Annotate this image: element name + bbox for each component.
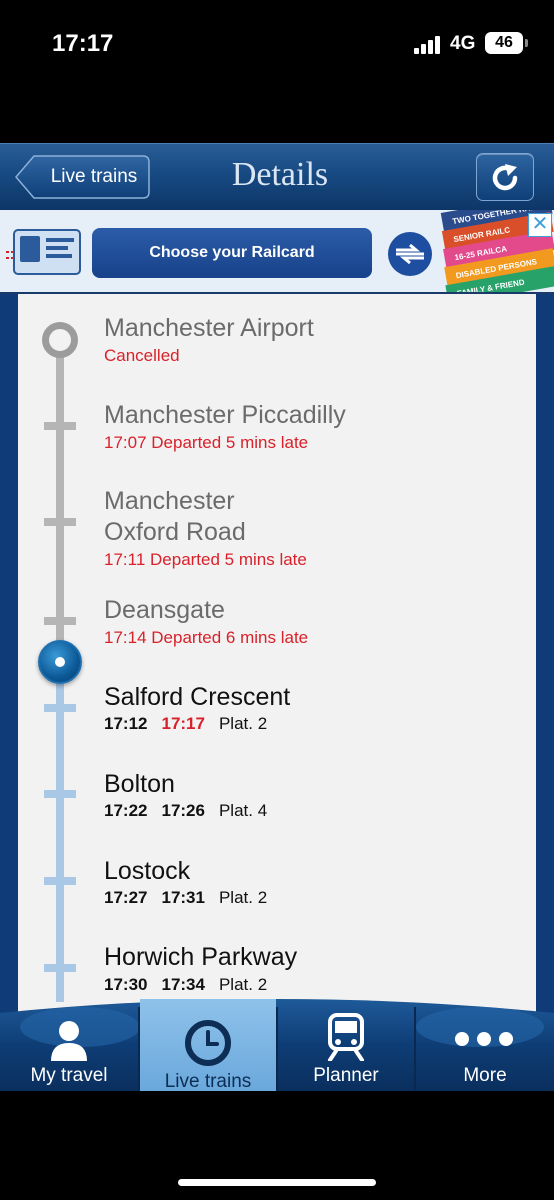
stop-name[interactable]: Manchester Piccadilly xyxy=(104,400,346,431)
person-icon xyxy=(51,1021,87,1061)
current-position-marker xyxy=(38,640,82,684)
train-icon xyxy=(328,1013,364,1061)
origin-stop-marker xyxy=(42,322,78,358)
stop-name[interactable]: Salford Crescent xyxy=(104,682,290,713)
app-header: Live trains Details xyxy=(0,143,554,210)
stop-tick xyxy=(44,790,76,798)
page-title: Details xyxy=(231,156,329,193)
tab-more[interactable]: More xyxy=(416,999,554,1091)
expected-time: 17:17 xyxy=(161,714,205,733)
national-rail-logo-icon xyxy=(388,232,432,276)
back-button[interactable]: Live trains xyxy=(14,154,150,200)
track-line-upcoming xyxy=(56,662,64,1002)
ad-close-icon[interactable]: ✕ xyxy=(528,213,552,237)
tab-label: More xyxy=(463,1065,507,1086)
expected-time: 17:34 xyxy=(161,975,205,994)
battery-tip xyxy=(525,39,528,47)
back-button-label: Live trains xyxy=(50,166,138,187)
stop-status: 17:14 Departed 6 mins late xyxy=(104,628,309,647)
refresh-button[interactable] xyxy=(476,153,534,201)
stop-tick xyxy=(44,617,76,625)
stop-name[interactable]: Manchester Oxford Road xyxy=(104,486,246,548)
ad-banner[interactable]: Choose your Railcard TWO TOGETHER RAIL S… xyxy=(0,210,554,294)
scheduled-time: 17:12 xyxy=(104,714,148,733)
expected-time: 17:31 xyxy=(161,888,205,907)
stop-tick xyxy=(44,877,76,885)
scheduled-time: 17:30 xyxy=(104,975,148,994)
battery-icon: 46 xyxy=(485,32,523,54)
stop-name[interactable]: Bolton xyxy=(104,769,175,800)
expected-time: 17:26 xyxy=(161,801,205,820)
stop-status: Cancelled xyxy=(104,346,180,365)
scheduled-time: 17:22 xyxy=(104,801,148,820)
platform: Plat. 2 xyxy=(218,714,268,733)
signal-strength-icon xyxy=(414,36,442,54)
railcard-illustration-icon xyxy=(6,229,81,275)
more-dots-icon xyxy=(455,1032,513,1046)
stop-times: 17:22 17:26 Plat. 4 xyxy=(104,801,267,821)
choose-railcard-button[interactable]: Choose your Railcard xyxy=(92,228,372,278)
stop-name-line1: Manchester xyxy=(104,487,235,515)
home-indicator[interactable] xyxy=(178,1179,376,1186)
status-bar: 17:17 4G 46 xyxy=(0,0,554,90)
stop-times: 17:27 17:31 Plat. 2 xyxy=(104,888,267,908)
tab-live-trains[interactable]: Live trains xyxy=(140,999,276,1092)
stop-tick xyxy=(44,422,76,430)
status-time: 17:17 xyxy=(52,30,114,57)
stop-tick xyxy=(44,964,76,972)
stop-tick xyxy=(44,518,76,526)
tab-my-travel[interactable]: My travel xyxy=(0,999,138,1091)
stop-times: 17:12 17:17 Plat. 2 xyxy=(104,714,267,734)
clock-icon xyxy=(185,1020,231,1066)
tab-planner[interactable]: Planner xyxy=(278,999,414,1091)
refresh-icon xyxy=(492,164,518,191)
stop-name-line2: Oxford Road xyxy=(104,518,246,546)
tab-label: Live trains xyxy=(164,1071,252,1092)
stop-name[interactable]: Lostock xyxy=(104,856,190,887)
stop-status: 17:07 Departed 5 mins late xyxy=(104,433,309,452)
stop-tick xyxy=(44,704,76,712)
platform: Plat. 4 xyxy=(218,801,268,820)
platform: Plat. 2 xyxy=(218,888,268,907)
stop-status: 17:11 Departed 5 mins late xyxy=(104,550,307,569)
track-line-passed xyxy=(56,340,64,660)
tab-label: My travel xyxy=(30,1065,108,1086)
stop-name[interactable]: Manchester Airport xyxy=(104,313,314,344)
stop-name[interactable]: Deansgate xyxy=(104,595,225,626)
stop-name[interactable]: Horwich Parkway xyxy=(104,942,297,973)
scheduled-time: 17:27 xyxy=(104,888,148,907)
tab-label: Planner xyxy=(313,1065,379,1086)
network-type: 4G xyxy=(450,33,476,54)
stop-times: 17:30 17:34 Plat. 2 xyxy=(104,975,267,995)
platform: Plat. 2 xyxy=(218,975,268,994)
tab-bar: My travel Live trains Planner More xyxy=(0,995,554,1092)
